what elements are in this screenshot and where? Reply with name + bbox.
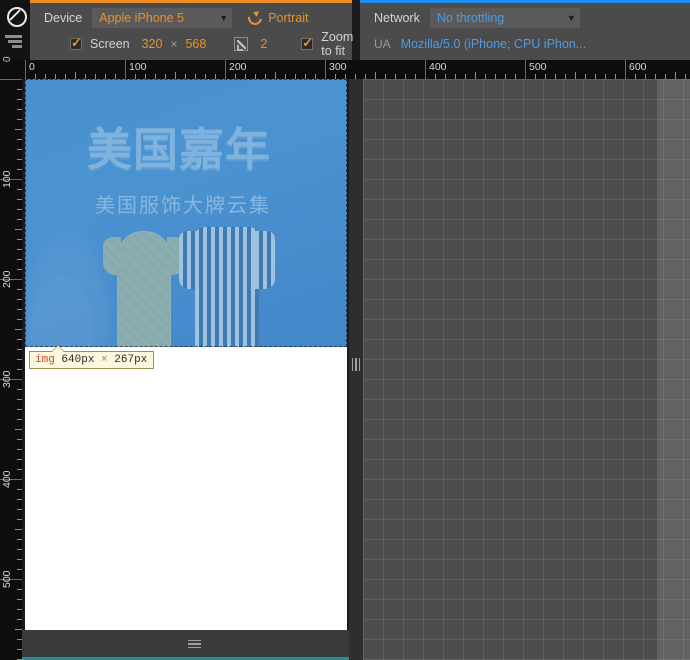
throttling-value: No throttling <box>436 10 505 25</box>
block-requests-icon[interactable] <box>5 5 27 27</box>
orientation-label[interactable]: Portrait <box>268 11 308 25</box>
device-label: Device <box>44 10 83 25</box>
ruler-tick <box>15 129 22 130</box>
user-agent-label: UA <box>374 36 391 51</box>
ruler-tick <box>425 60 426 79</box>
ruler-corner: 0 <box>0 56 22 79</box>
zoom-to-fit-label: Zoom to fit <box>321 29 354 58</box>
device-pixel-ratio-icon[interactable] <box>234 36 249 51</box>
vertical-ruler[interactable]: 100 200 300 400 500 <box>0 79 22 660</box>
devtools-device-mode: Device Apple iPhone 5 ▼ Portrait Screen … <box>0 0 690 660</box>
tooltip-tag-name: img <box>35 354 55 366</box>
toolbar-icon-column <box>0 0 30 60</box>
tooltip-width: 640px <box>61 354 95 366</box>
ruler-label: 400 <box>1 470 13 488</box>
screen-width-input[interactable]: 320 <box>142 37 163 51</box>
device-panel-accent <box>30 0 352 3</box>
chevron-down-icon: ▼ <box>219 12 229 23</box>
ruler-label: 200 <box>1 270 13 288</box>
device-select-value: Apple iPhone 5 <box>99 10 185 25</box>
ruler-tick <box>325 60 326 79</box>
ruler-tick <box>25 60 26 79</box>
ruler-tick <box>275 72 276 79</box>
zoom-to-fit-checkbox[interactable] <box>301 36 314 50</box>
element-size-tooltip: img 640px × 267px <box>29 345 155 369</box>
rotate-icon[interactable] <box>245 7 265 28</box>
horizontal-ruler[interactable]: 0 100 200 300 400 500 600 <box>22 60 690 79</box>
ruler-tick <box>15 529 22 530</box>
device-select[interactable]: Apple iPhone 5 ▼ <box>92 7 233 28</box>
tooltip-height: 267px <box>114 354 148 366</box>
ruler-label: 300 <box>1 370 13 388</box>
chevron-down-icon: ▼ <box>566 12 576 23</box>
ruler-label: 500 <box>529 61 547 73</box>
ruler-label: 300 <box>329 61 347 73</box>
ruler-tick <box>225 60 226 79</box>
ruler-label: 100 <box>129 61 147 73</box>
ruler-label: 0 <box>29 61 35 73</box>
ruler-label: 600 <box>629 61 647 73</box>
ruler-tick <box>525 60 526 79</box>
ruler-tick <box>175 72 176 79</box>
viewport-height-resize-handle[interactable] <box>182 637 206 651</box>
page-banner-image[interactable]: 美国嘉年 美国服饰大牌云集 <box>25 79 347 347</box>
ruler-tick <box>575 72 576 79</box>
user-agent-value[interactable]: Mozilla/5.0 (iPhone; CPU iPhon... <box>401 37 587 51</box>
tooltip-times: × <box>101 354 108 366</box>
ruler-tick <box>675 72 676 79</box>
ruler-label: 400 <box>429 61 447 73</box>
network-label: Network <box>374 10 420 25</box>
stage-grid-light-strip <box>657 79 690 660</box>
device-toolbar: Device Apple iPhone 5 ▼ Portrait Screen … <box>0 0 690 60</box>
screen-checkbox[interactable] <box>70 36 82 50</box>
ruler-tick <box>625 60 626 79</box>
filter-icon[interactable] <box>5 34 25 50</box>
ruler-label: 500 <box>1 570 13 588</box>
ruler-tick <box>15 229 22 230</box>
ruler-corner-label: 0 <box>2 56 13 62</box>
ruler-label: 100 <box>1 170 13 188</box>
dpr-value[interactable]: 2 <box>260 37 267 51</box>
network-panel-accent <box>360 0 690 3</box>
element-highlight-overlay <box>25 79 347 347</box>
stage-grid-background <box>363 79 690 660</box>
ruler-tick <box>15 429 22 430</box>
ruler-tick <box>475 72 476 79</box>
ruler-tick <box>375 72 376 79</box>
device-settings-panel: Device Apple iPhone 5 ▼ Portrait Screen … <box>30 0 354 60</box>
ruler-label: 200 <box>229 61 247 73</box>
viewport-width-resize-handle[interactable] <box>349 352 363 376</box>
dimension-times: × <box>170 36 178 51</box>
ruler-tick <box>75 72 76 79</box>
device-stage: 美国嘉年 美国服饰大牌云集 img 640px × 267px <box>22 79 690 660</box>
ruler-tick <box>15 629 22 630</box>
network-settings-panel: Network No throttling ▼ UA Mozilla/5.0 (… <box>360 0 690 60</box>
ruler-tick <box>125 60 126 79</box>
ruler-tick <box>0 79 22 80</box>
throttling-select[interactable]: No throttling ▼ <box>429 7 580 28</box>
ruler-tick <box>15 329 22 330</box>
screen-label: Screen <box>90 36 130 51</box>
screen-height-input[interactable]: 568 <box>185 37 206 51</box>
